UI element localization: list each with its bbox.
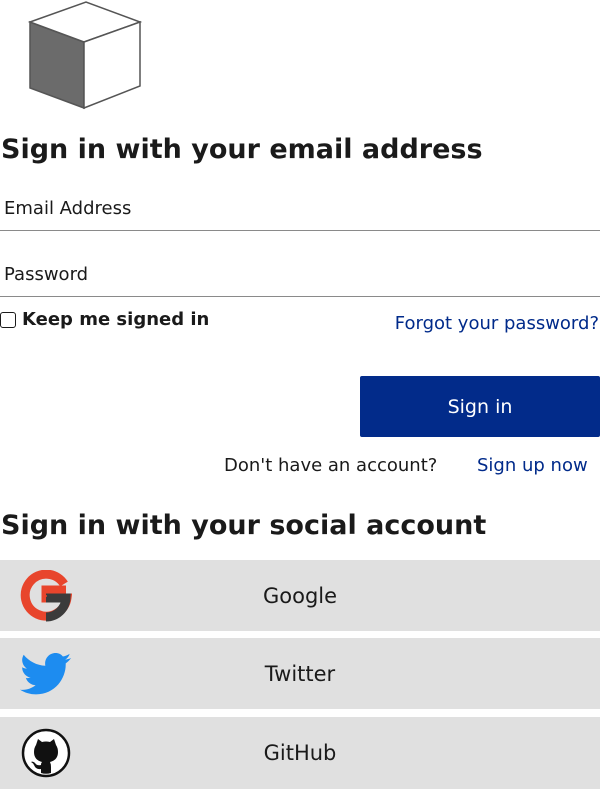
- password-input[interactable]: [0, 253, 600, 297]
- sign-in-button[interactable]: Sign in: [360, 376, 600, 437]
- email-signin-heading: Sign in with your email address: [1, 134, 483, 165]
- cube-logo-icon: [26, 0, 146, 112]
- google-label: Google: [262, 583, 338, 608]
- keep-signed-in-label: Keep me signed in: [22, 309, 210, 330]
- forgot-password-link[interactable]: Forgot your password?: [395, 313, 599, 334]
- github-signin-button[interactable]: GitHub: [0, 717, 600, 789]
- twitter-signin-button[interactable]: Twitter: [0, 638, 600, 709]
- google-signin-button[interactable]: Google: [0, 560, 600, 631]
- google-icon: [16, 569, 76, 622]
- social-signin-heading: Sign in with your social account: [1, 510, 487, 541]
- github-label: GitHub: [263, 741, 337, 765]
- twitter-label: Twitter: [264, 661, 336, 686]
- github-icon: [16, 727, 76, 779]
- no-account-text: Don't have an account?: [224, 455, 438, 476]
- sign-up-link[interactable]: Sign up now: [477, 455, 588, 476]
- keep-signed-in-checkbox[interactable]: [0, 311, 16, 328]
- email-address-input[interactable]: [0, 187, 600, 231]
- keep-signed-in-option[interactable]: Keep me signed in: [0, 309, 209, 330]
- twitter-icon: [16, 648, 76, 700]
